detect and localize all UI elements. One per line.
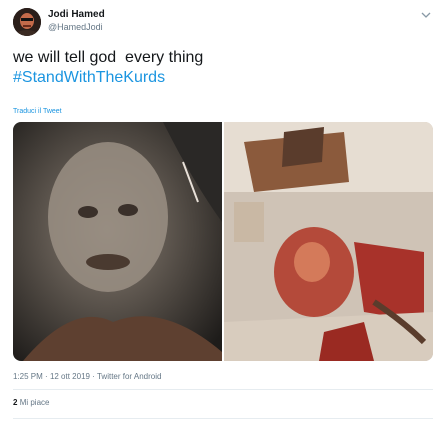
avatar[interactable] <box>13 8 41 36</box>
media-grid <box>13 122 433 361</box>
tweet-text: we will tell god every thing #StandWithT… <box>13 48 203 88</box>
divider <box>13 389 433 390</box>
chevron-down-icon[interactable] <box>419 9 433 21</box>
translate-tweet-link[interactable]: Traduci il Tweet <box>13 108 62 115</box>
hashtag-link[interactable]: #StandWithTheKurds <box>13 69 165 86</box>
user-handle[interactable]: @HamedJodi <box>48 22 103 32</box>
tweet: Jodi Hamed @HamedJodi we will tell god e… <box>0 0 443 448</box>
photo-right[interactable] <box>224 122 433 361</box>
tweet-time-link[interactable]: 1:25 PM · 12 ott 2019 <box>13 372 90 381</box>
likes-label: Mi piace <box>19 398 50 407</box>
tweet-time: 1:25 PM <box>13 372 43 381</box>
separator: · <box>45 372 48 381</box>
tweet-text-line: we will tell god every thing <box>13 49 204 66</box>
photo-left[interactable] <box>13 122 222 361</box>
likes-number: 2 <box>13 398 18 407</box>
user-name[interactable]: Jodi Hamed <box>48 9 105 20</box>
likes-count[interactable]: 2 Mi piace <box>13 398 49 407</box>
tweet-date: 12 ott 2019 <box>49 372 90 381</box>
tweet-timestamp: 1:25 PM · 12 ott 2019 · Twitter for Andr… <box>13 372 161 381</box>
divider <box>13 418 433 419</box>
separator: · <box>92 372 95 381</box>
tweet-source-link[interactable]: Twitter for Android <box>97 372 161 381</box>
